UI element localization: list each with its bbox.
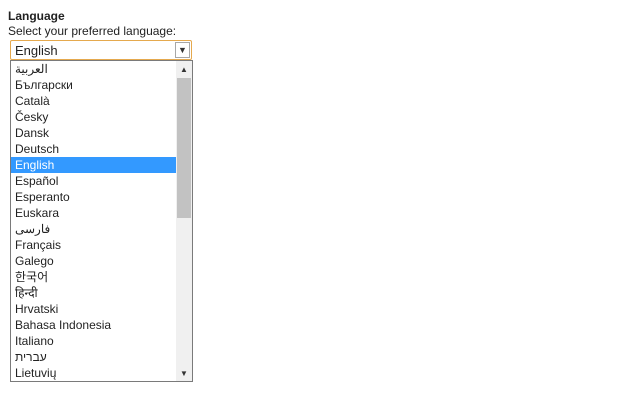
- language-option[interactable]: עברית: [11, 349, 176, 365]
- language-option[interactable]: 한국어: [11, 269, 176, 285]
- language-option[interactable]: Lietuvių: [11, 365, 176, 381]
- language-option[interactable]: Italiano: [11, 333, 176, 349]
- scroll-down-icon[interactable]: ▼: [176, 365, 192, 381]
- language-option[interactable]: Dansk: [11, 125, 176, 141]
- language-option[interactable]: Français: [11, 237, 176, 253]
- scroll-up-icon[interactable]: ▲: [176, 61, 192, 77]
- language-option[interactable]: Esperanto: [11, 189, 176, 205]
- language-option[interactable]: Deutsch: [11, 141, 176, 157]
- scrollbar[interactable]: ▲ ▼: [176, 61, 192, 381]
- scrollbar-thumb[interactable]: [177, 78, 191, 218]
- language-option[interactable]: فارسی: [11, 221, 176, 237]
- language-option[interactable]: हिन्दी: [11, 285, 176, 301]
- language-option[interactable]: Български: [11, 77, 176, 93]
- language-option[interactable]: العربية: [11, 61, 176, 77]
- language-option[interactable]: Hrvatski: [11, 301, 176, 317]
- language-select[interactable]: English ▼: [10, 40, 192, 60]
- section-title: Language: [8, 9, 65, 23]
- language-option[interactable]: Español: [11, 173, 176, 189]
- chevron-down-icon[interactable]: ▼: [175, 42, 190, 58]
- language-option[interactable]: Català: [11, 93, 176, 109]
- section-subtitle: Select your preferred language:: [8, 24, 177, 38]
- language-option[interactable]: Bahasa Indonesia: [11, 317, 176, 333]
- language-option[interactable]: Galego: [11, 253, 176, 269]
- options-list: العربية Български Català Česky Dansk Deutsch E…: [11, 61, 176, 381]
- language-option[interactable]: Euskara: [11, 205, 176, 221]
- language-option[interactable]: English: [11, 157, 176, 173]
- select-value: English: [15, 43, 58, 58]
- language-dropdown-list[interactable]: العربية Български Català Česky Dansk Deutsch E…: [10, 60, 193, 382]
- language-option[interactable]: Česky: [11, 109, 176, 125]
